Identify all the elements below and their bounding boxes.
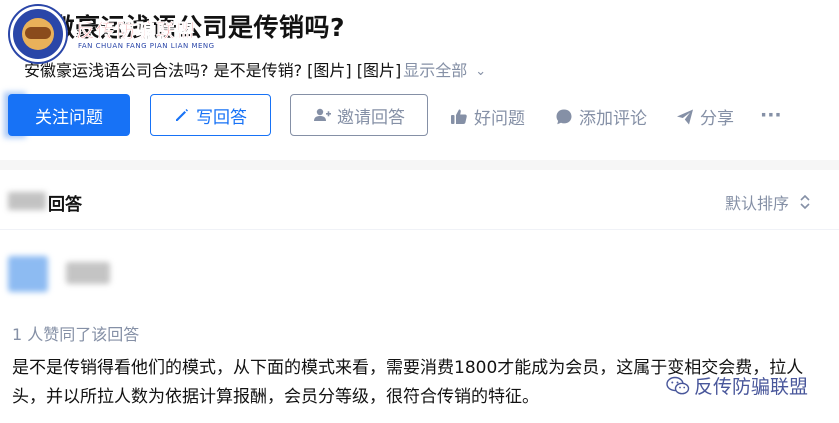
answers-header: 回答 默认排序	[0, 170, 839, 230]
sort-label: 默认排序	[725, 194, 790, 213]
answers-count-label: 回答	[48, 195, 82, 215]
more-label: ···	[760, 104, 782, 126]
add-comment-button[interactable]: 添加评论	[555, 104, 647, 129]
write-answer-button[interactable]: 写回答	[150, 94, 271, 136]
blurred-count	[8, 192, 46, 210]
share-icon	[677, 109, 693, 124]
wechat-icon	[666, 376, 690, 394]
good-question-label: 好问题	[474, 109, 525, 129]
invite-answer-button[interactable]: 邀请回答	[290, 94, 428, 136]
invite-answer-label: 邀请回答	[337, 107, 405, 128]
question-description-text: 安徽豪运浅语公司合法吗? 是不是传销? [图片] [图片]	[24, 61, 402, 80]
show-all-link[interactable]: 显示全部	[403, 61, 467, 80]
answer-voters[interactable]: 1 人赞同了该回答	[12, 321, 139, 345]
thumbs-up-icon	[451, 109, 467, 124]
share-button[interactable]: 分享	[676, 104, 734, 129]
watermark: 反传防骗联盟	[666, 372, 808, 399]
comment-icon	[556, 109, 572, 124]
pencil-icon	[176, 109, 188, 121]
write-answer-label: 写回答	[196, 107, 247, 128]
watermark-text: 反传防骗联盟	[694, 376, 809, 398]
logo-name: 反传防骗联盟	[76, 20, 197, 43]
watermark-logo: 反传防骗联盟 FAN CHUAN FANG PIAN LIAN MENG	[10, 6, 240, 62]
share-label: 分享	[700, 109, 734, 129]
logo-emblem	[10, 6, 66, 62]
question-card: 安徽豪运浅语公司是传销吗? 安徽豪运浅语公司合法吗? 是不是传销? [图片] […	[0, 0, 839, 160]
follow-question-button[interactable]: 关注问题	[8, 94, 130, 136]
add-comment-label: 添加评论	[579, 109, 647, 129]
logo-subtitle: FAN CHUAN FANG PIAN LIAN MENG	[78, 42, 215, 50]
more-button[interactable]: ···	[760, 104, 782, 126]
good-question-button[interactable]: 好问题	[450, 104, 525, 129]
sort-dropdown[interactable]: 默认排序	[725, 190, 811, 214]
blurred-author-avatar	[8, 256, 48, 292]
add-user-icon	[314, 108, 331, 121]
chevron-down-icon[interactable]: ⌄	[475, 64, 486, 79]
chevron-updown-icon	[800, 194, 810, 210]
follow-question-label: 关注问题	[35, 107, 103, 128]
blurred-author-name	[66, 262, 110, 284]
